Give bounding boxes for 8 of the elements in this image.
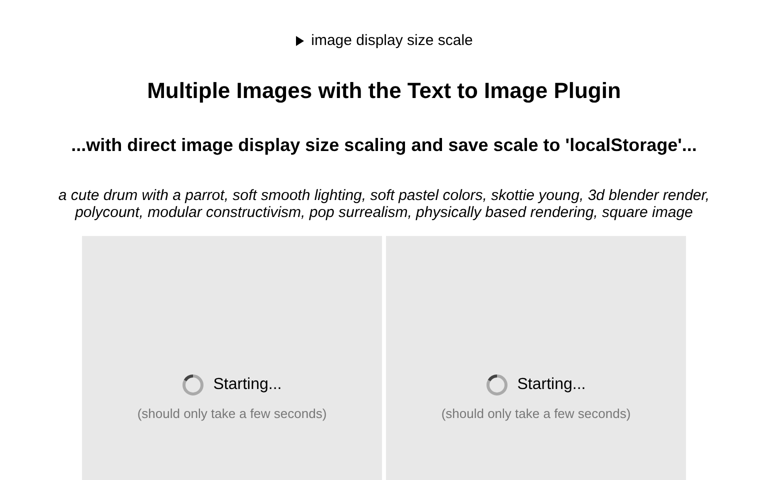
status-note: (should only take a few seconds): [441, 406, 631, 420]
status-text: Starting...: [517, 376, 586, 394]
details-summary[interactable]: image display size scale: [0, 32, 768, 49]
status-note: (should only take a few seconds): [137, 406, 327, 420]
page-title: Multiple Images with the Text to Image Plugin: [146, 78, 622, 104]
page-subtitle: ...with direct image display size scaling and save scale to 'localStorage'...: [70, 134, 698, 156]
status-text: Starting...: [213, 376, 282, 394]
prompt-text: a cute drum with a parrot, soft smooth lighting, soft pastel colors, skottie young, 3d blender render, polycount, modular constructivism, pop surrealism, physically based rendering, square image: [57, 187, 711, 221]
